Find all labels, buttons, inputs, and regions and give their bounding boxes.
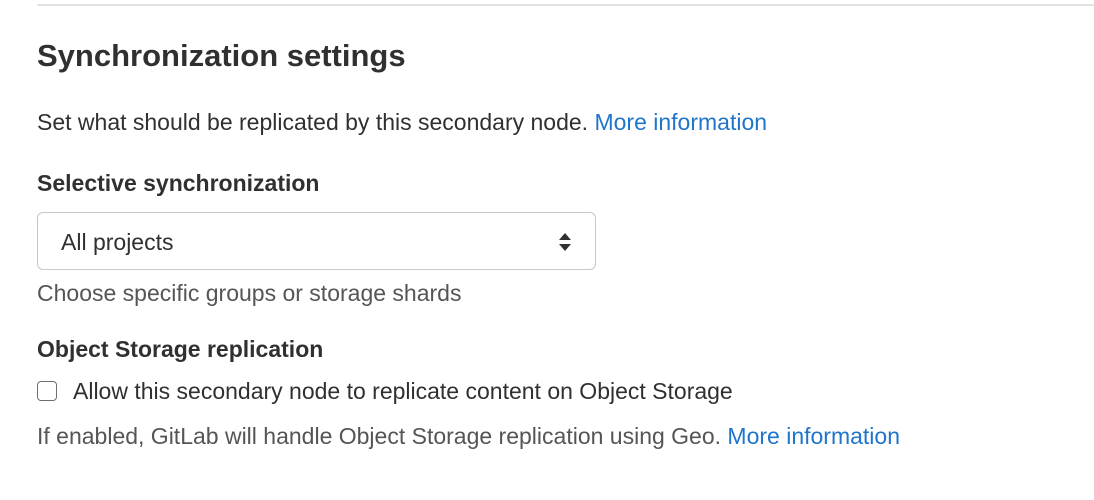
selective-sync-help: Choose specific groups or storage shards [37, 280, 462, 306]
object-storage-help: If enabled, GitLab will handle Object St… [37, 420, 900, 452]
selective-sync-selected-value: All projects [61, 229, 174, 255]
select-arrows-icon [559, 233, 571, 251]
section-description-text: Set what should be replicated by this se… [37, 109, 589, 135]
object-storage-checkbox[interactable] [37, 381, 57, 401]
object-storage-label: Object Storage replication [37, 336, 324, 362]
section-title: Synchronization settings [37, 38, 406, 73]
object-storage-checkbox-row: Allow this secondary node to replicate c… [37, 375, 733, 407]
section-description: Set what should be replicated by this se… [37, 106, 767, 138]
selective-sync-label: Selective synchronization [37, 170, 320, 196]
object-storage-checkbox-label[interactable]: Allow this secondary node to replicate c… [73, 375, 733, 407]
object-storage-help-text: If enabled, GitLab will handle Object St… [37, 423, 722, 449]
object-storage-more-information-link[interactable]: More information [727, 423, 900, 449]
section-divider [37, 4, 1094, 6]
selective-sync-select[interactable]: All projects [37, 212, 596, 270]
more-information-link[interactable]: More information [594, 109, 767, 135]
